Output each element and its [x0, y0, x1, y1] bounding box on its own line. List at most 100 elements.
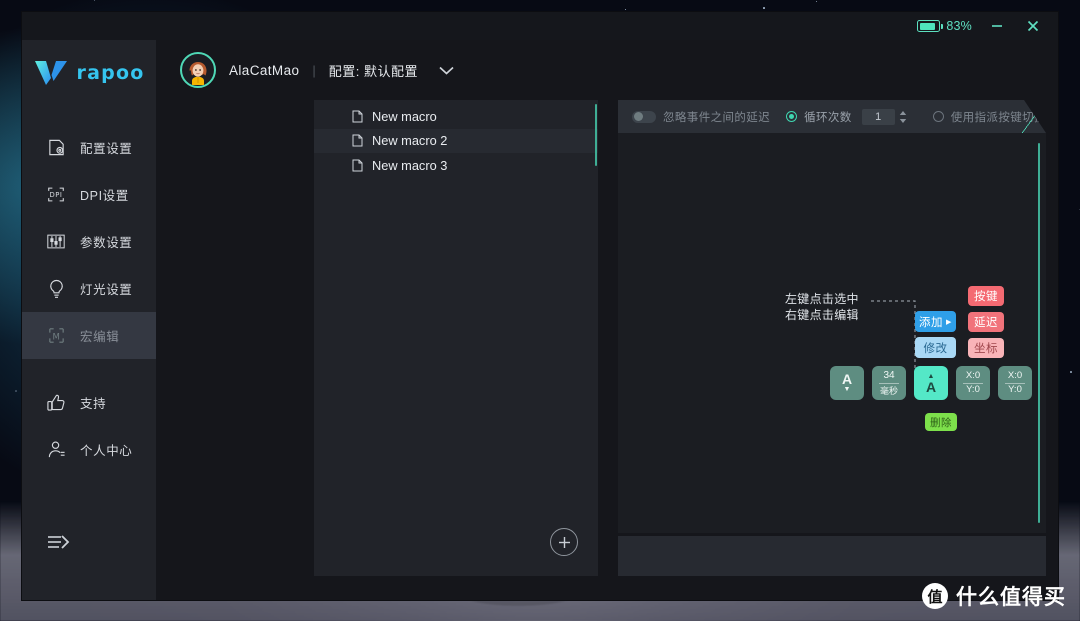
person-icon — [46, 440, 66, 460]
insert-coordinate-button[interactable]: 坐标 — [968, 338, 1004, 358]
sidebar-item-support[interactable]: 支持 — [22, 379, 156, 426]
close-button[interactable] — [1022, 15, 1044, 37]
content-area: AlaCatMao | 配置: 默认配置 New macro New macro… — [156, 40, 1058, 600]
sidebar-divider-gap — [22, 359, 156, 379]
sidebar-item-params[interactable]: 参数设置 — [22, 218, 156, 265]
add-button-label: 添加 — [919, 316, 944, 329]
loop-count-radio[interactable] — [786, 111, 797, 122]
macro-list-panel: New macro New macro 2 New macro 3 — [314, 100, 598, 576]
sidebar-item-lighting[interactable]: 灯光设置 — [22, 265, 156, 312]
stepper-arrows-icon[interactable] — [899, 110, 907, 124]
svg-text:M: M — [52, 332, 60, 342]
sliders-icon — [46, 232, 66, 252]
editor-toolbar: 忽略事件之间的延迟 循环次数 1 使用指派按键切换开 — [618, 100, 1046, 133]
ignore-delay-label: 忽略事件之间的延迟 — [663, 111, 771, 124]
list-item[interactable]: New macro 2 — [314, 128, 598, 153]
title-bar: 83% — [22, 12, 1058, 40]
profile-selector-label[interactable]: 配置: 默认配置 — [329, 61, 418, 80]
hint-line-2: 右键点击编辑 — [785, 308, 859, 322]
chevron-down-icon[interactable] — [438, 65, 455, 76]
macro-step-key-down[interactable]: A ▼ — [830, 366, 864, 400]
loop-count-input[interactable]: 1 — [862, 109, 895, 125]
list-item[interactable]: New macro — [314, 104, 598, 129]
document-icon — [352, 159, 363, 172]
sidebar-item-dpi[interactable]: DPI DPI设置 — [22, 171, 156, 218]
macro-list-scrollbar[interactable] — [595, 104, 597, 166]
sidebar: rapoo 配置设置 DPI DPI设置 参数设置 灯光设置 M 宏编辑 支持 … — [22, 40, 156, 600]
battery-indicator: 83% — [917, 19, 972, 33]
modify-button[interactable]: 修改 — [915, 337, 956, 358]
brand-logo: rapoo — [22, 40, 156, 106]
delete-button[interactable]: 删除 — [925, 413, 957, 431]
watermark: 值 什么值得买 — [922, 581, 1066, 611]
user-separator: | — [312, 62, 316, 78]
toggle-play-radio[interactable] — [933, 111, 944, 122]
rapoo-v-logo-icon — [34, 61, 67, 85]
step-coord-y: Y:0 — [966, 384, 980, 395]
canvas-hint: 左键点击选中 右键点击编辑 — [785, 291, 859, 323]
sidebar-item-config[interactable]: 配置设置 — [22, 124, 156, 171]
avatar[interactable] — [180, 52, 216, 88]
macro-name: New macro — [372, 108, 437, 124]
watermark-text: 什么值得买 — [956, 586, 1066, 609]
sidebar-item-label: 配置设置 — [80, 142, 133, 156]
add-macro-button[interactable] — [550, 528, 578, 556]
sidebar-item-label: 宏编辑 — [80, 330, 120, 344]
macro-items: New macro New macro 2 New macro 3 — [314, 100, 598, 178]
macro-name: New macro 3 — [372, 157, 448, 173]
key-down-arrow-icon: ▼ — [843, 385, 851, 393]
sidebar-item-label: 参数设置 — [80, 236, 133, 250]
hint-line-1: 左键点击选中 — [785, 292, 859, 306]
add-button[interactable]: 添加 ▶ — [915, 311, 956, 332]
sidebar-item-label: DPI设置 — [80, 189, 129, 203]
minimize-button[interactable] — [986, 15, 1008, 37]
loop-count-stepper[interactable]: 1 — [862, 109, 907, 125]
user-avatar-icon — [183, 55, 213, 85]
macro-canvas[interactable]: 左键点击选中 右键点击编辑 添加 ▶ 修改 按键 延迟 坐标 删除 A ▼ 34… — [618, 133, 1046, 533]
macro-step-coordinate[interactable]: X:0 Y:0 — [998, 366, 1032, 400]
sidebar-item-macro[interactable]: M 宏编辑 — [22, 312, 156, 359]
step-delay-value: 34 — [879, 370, 899, 384]
watermark-badge: 值 — [922, 583, 948, 609]
expand-arrow-icon[interactable] — [46, 532, 72, 552]
ignore-delay-group[interactable]: 忽略事件之间的延迟 — [632, 109, 770, 125]
step-coord-y: Y:0 — [1008, 384, 1022, 395]
bulb-icon — [46, 279, 66, 299]
caret-right-icon: ▶ — [946, 318, 952, 326]
sidebar-item-label: 支持 — [80, 397, 107, 411]
step-key-label: A — [925, 378, 937, 395]
sidebar-item-profile[interactable]: 个人中心 — [22, 426, 156, 473]
step-delay-unit: 毫秒 — [879, 385, 898, 396]
sidebar-nav: 配置设置 DPI DPI设置 参数设置 灯光设置 M 宏编辑 支持 个人中心 — [22, 124, 156, 473]
username-label: AlaCatMao — [229, 62, 300, 78]
loop-count-label: 循环次数 — [804, 111, 852, 124]
loop-count-group[interactable]: 循环次数 1 — [786, 109, 907, 125]
ignore-delay-toggle[interactable] — [632, 111, 656, 123]
macro-step-key-up[interactable]: ▲ A — [914, 366, 948, 400]
battery-fill — [919, 22, 935, 30]
step-key-label: A — [841, 370, 853, 387]
insert-delay-button[interactable]: 延迟 — [968, 312, 1004, 332]
step-coord-x: X:0 — [1004, 370, 1026, 384]
macro-step-coordinate[interactable]: X:0 Y:0 — [956, 366, 990, 400]
battery-icon — [917, 20, 944, 32]
battery-percent: 83% — [946, 19, 972, 33]
macro-editor-panel: 忽略事件之间的延迟 循环次数 1 使用指派按键切换开 左键点击选中 右键点击编辑… — [618, 100, 1046, 576]
list-item[interactable]: New macro 3 — [314, 153, 598, 178]
sidebar-item-label: 个人中心 — [80, 444, 133, 458]
svg-text:DPI: DPI — [50, 191, 63, 199]
user-bar: AlaCatMao | 配置: 默认配置 — [156, 40, 1058, 100]
document-icon — [352, 110, 363, 123]
macro-name: New macro 2 — [372, 133, 448, 149]
rapoo-app-window: 83% rapoo 配置设置 DPI DPI设置 参数设置 灯光设置 M 宏编辑… — [22, 12, 1058, 600]
thumbs-up-icon — [46, 393, 66, 413]
plus-icon — [558, 536, 570, 548]
brand-name: rapoo — [76, 62, 145, 84]
insert-key-button[interactable]: 按键 — [968, 286, 1004, 306]
dpi-icon: DPI — [46, 185, 66, 205]
panes: New macro New macro 2 New macro 3 忽略事件之间… — [156, 100, 1058, 600]
macro-step-delay[interactable]: 34 毫秒 — [872, 366, 906, 400]
editor-footer-bar — [618, 536, 1046, 576]
step-coord-x: X:0 — [962, 370, 984, 384]
toggle-play-group[interactable]: 使用指派按键切换开/关播放 — [933, 109, 1080, 125]
